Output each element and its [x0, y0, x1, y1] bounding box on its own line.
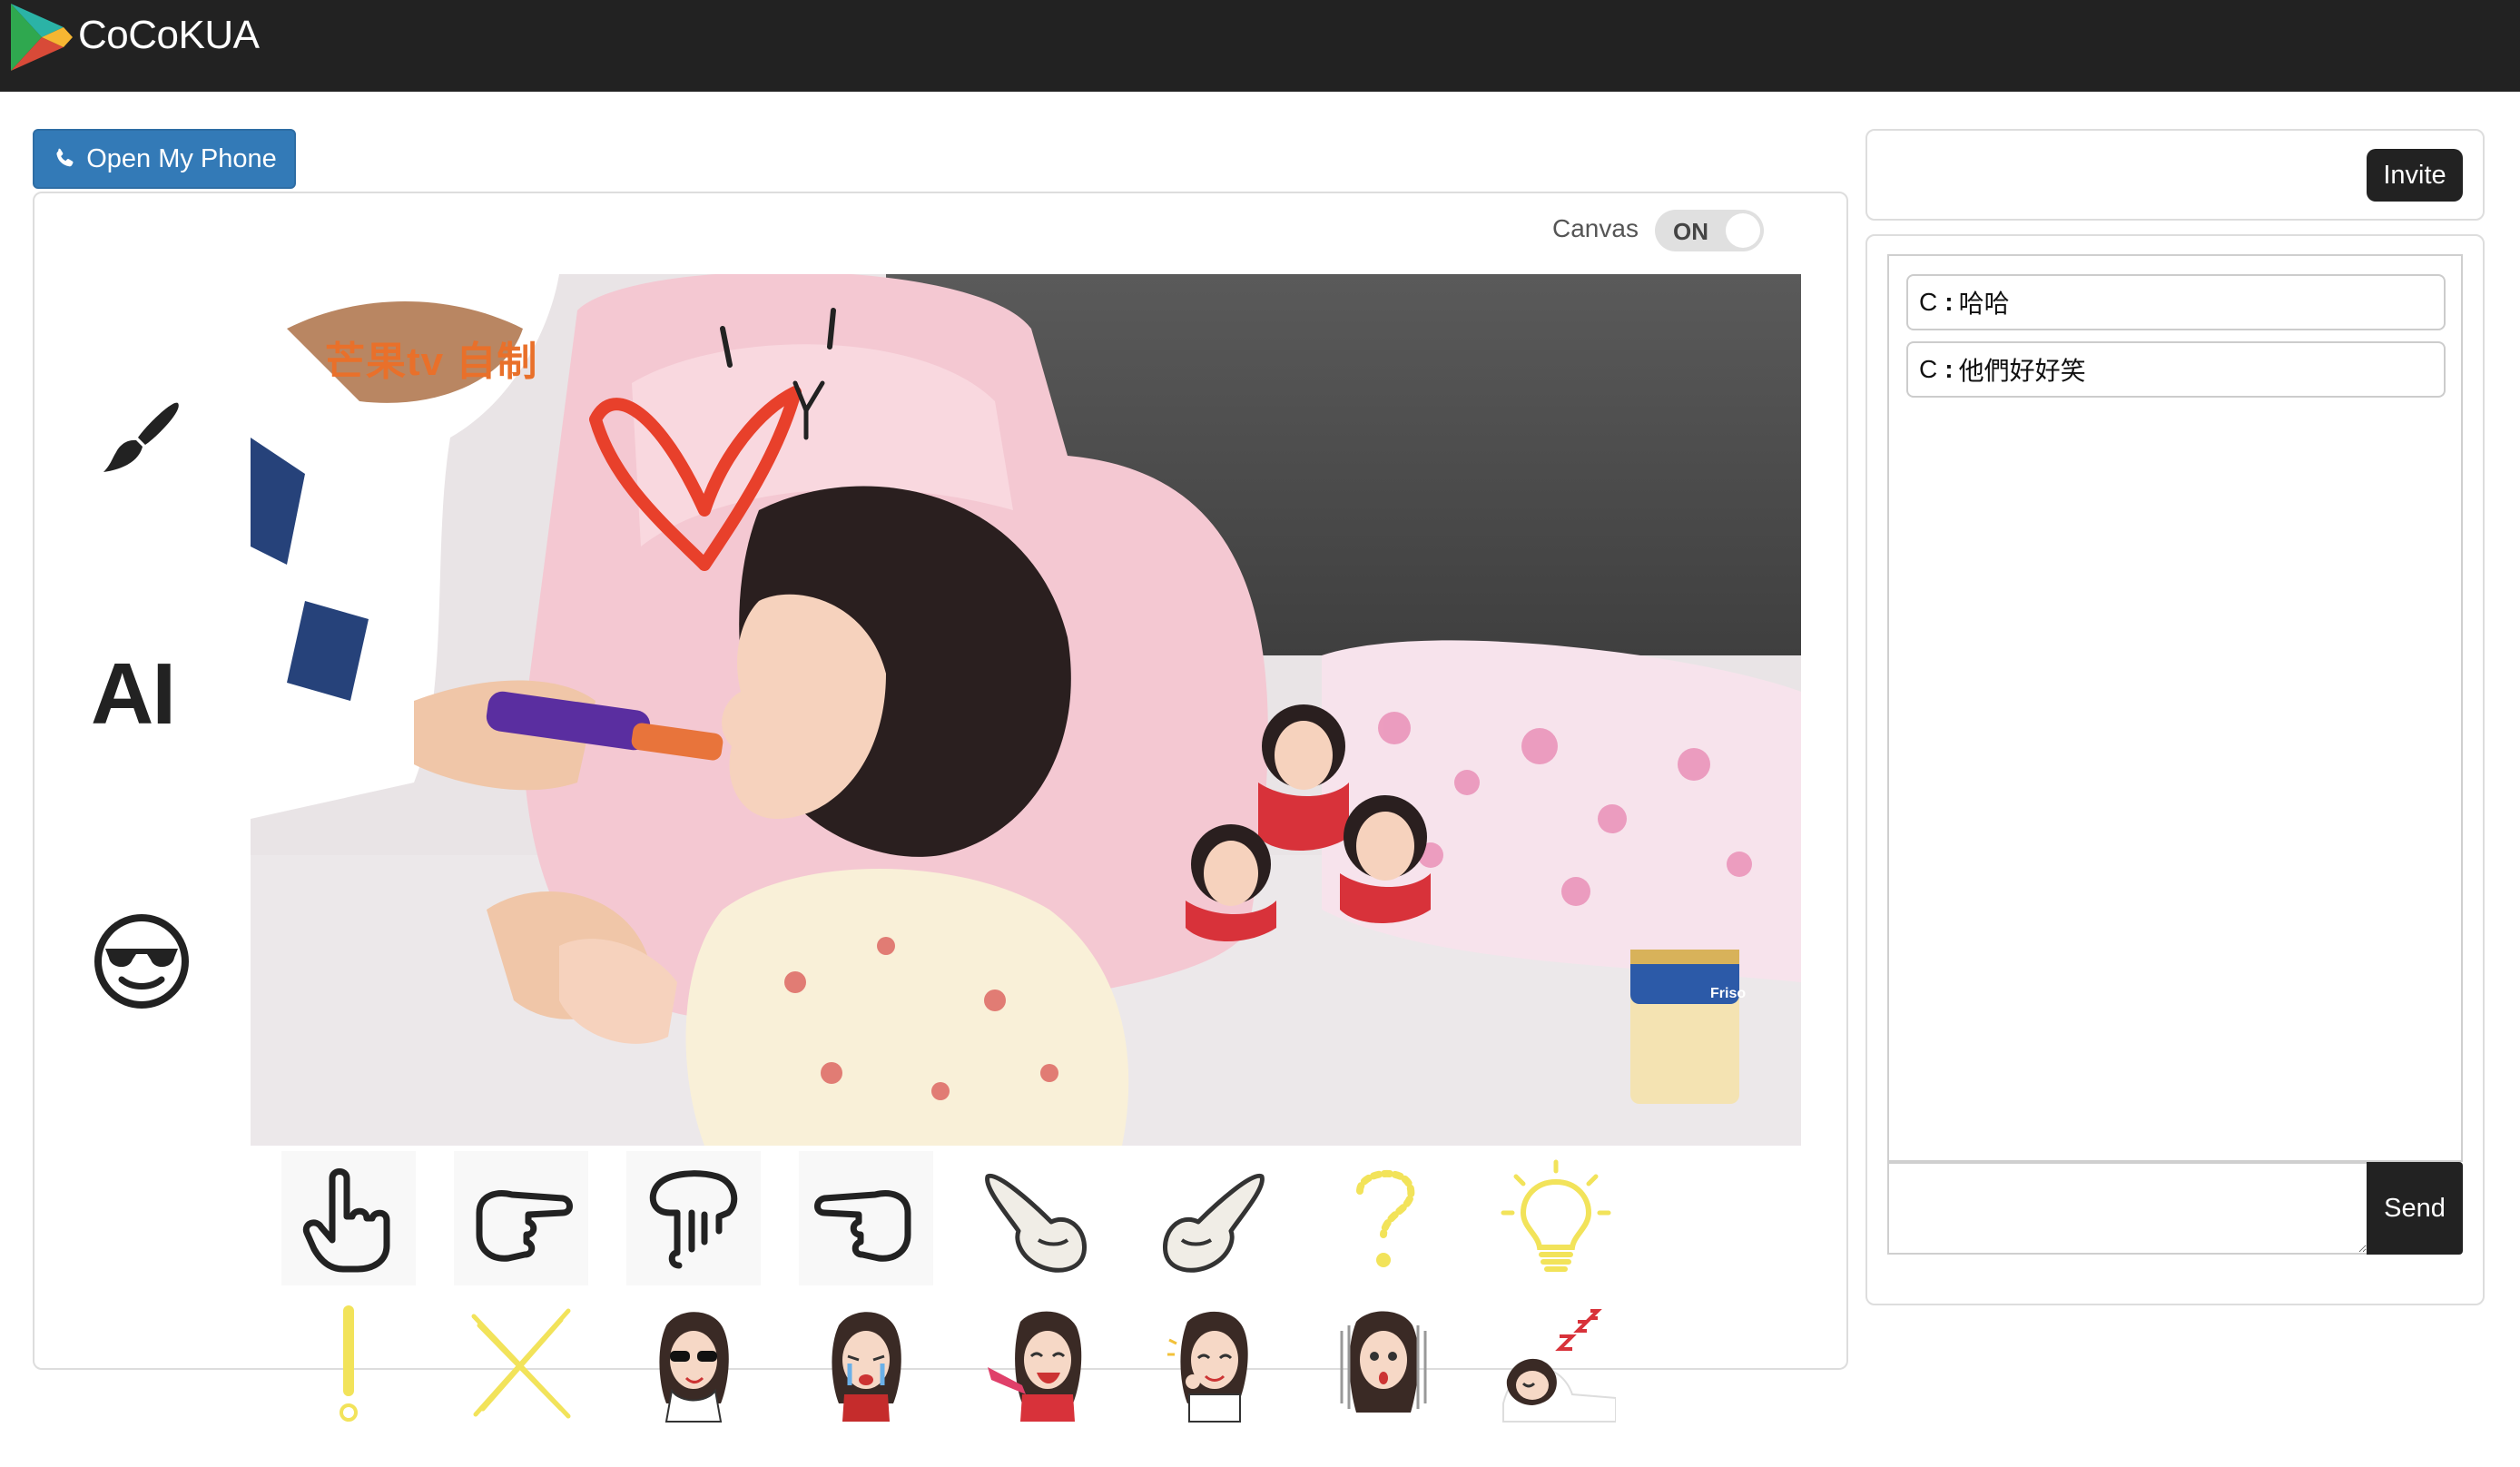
sleeping-girl-sticker [1502, 1309, 1616, 1423]
ai-text-tool-button[interactable]: AI [91, 645, 200, 744]
toggle-knob [1726, 213, 1760, 248]
sticker-girl-crying[interactable] [799, 1296, 933, 1431]
invite-button[interactable]: Invite [2367, 149, 2463, 202]
chat-message-user: C [1919, 355, 1940, 383]
sticker-pointing-down[interactable] [626, 1151, 761, 1285]
crying-girl-sticker [832, 1312, 901, 1422]
emoji-tool-button[interactable] [91, 911, 192, 1012]
sticker-girl-sleeping[interactable] [1489, 1296, 1623, 1431]
chat-input[interactable] [1887, 1162, 2368, 1255]
navbar: CoCoKUA [0, 0, 2520, 92]
chat-message-user: C [1919, 288, 1940, 316]
invite-button-label: Invite [2383, 160, 2446, 190]
video-canvas[interactable]: 芒果tv 自制 Friso [251, 274, 1801, 1146]
laughing-girl-sticker [988, 1311, 1082, 1422]
sticker-cross[interactable] [454, 1296, 588, 1431]
sticker-glove-right[interactable] [1144, 1151, 1278, 1285]
sticker-pointing-right[interactable] [454, 1151, 588, 1285]
pointing-up-hand-icon [302, 1168, 390, 1273]
video-product-label: Friso [1710, 986, 1747, 1001]
cross-mark-icon [471, 1308, 571, 1419]
video-scene-image [251, 274, 1801, 1146]
sticker-question[interactable] [1316, 1151, 1451, 1285]
send-button[interactable]: Send [2367, 1162, 2463, 1255]
video-watermark: 芒果tv 自制 [325, 340, 538, 384]
pointing-down-hand-icon [649, 1170, 738, 1269]
phone-icon [56, 148, 74, 167]
chat-message-text: 他們好好笑 [1958, 357, 2086, 385]
sticker-girl-giggling[interactable] [1144, 1296, 1278, 1431]
ai-tool-label: AI [91, 645, 176, 743]
open-phone-label: Open My Phone [86, 143, 277, 173]
sticker-girl-shocked[interactable] [1316, 1296, 1451, 1431]
brush-tool-button[interactable] [91, 390, 192, 492]
sticker-girl-sunglasses[interactable] [626, 1296, 761, 1431]
brand-name[interactable]: CoCoKUA [78, 13, 260, 58]
exclamation-mark-icon [340, 1305, 358, 1422]
chat-message: C : 他們好好笑 [1906, 341, 2446, 398]
lightbulb-icon [1501, 1159, 1611, 1272]
paintbrush-icon [103, 402, 179, 472]
pointing-right-hand-icon [476, 1190, 573, 1262]
canvas-toggle[interactable]: ON [1655, 210, 1764, 251]
sunglasses-face-icon [94, 914, 189, 1009]
brand-logo-icon[interactable] [7, 0, 76, 74]
chat-message: C : 哈哈 [1906, 274, 2446, 330]
sticker-exclamation[interactable] [281, 1296, 416, 1431]
chat-message-separator: : [1944, 355, 1954, 383]
question-mark-icon [1356, 1169, 1415, 1267]
sticker-glove-left[interactable] [971, 1151, 1106, 1285]
canvas-label: Canvas [1552, 214, 1639, 242]
pointing-left-hand-icon [814, 1190, 911, 1262]
giggling-girl-sticker [1167, 1311, 1248, 1423]
shocked-girl-sticker [1340, 1311, 1427, 1413]
cartoon-glove-pointing-icon [985, 1173, 1087, 1273]
sticker-lightbulb[interactable] [1489, 1151, 1623, 1285]
open-phone-button[interactable]: Open My Phone [33, 129, 296, 189]
sunglasses-girl-sticker [659, 1312, 729, 1423]
sticker-pointing-left[interactable] [799, 1151, 933, 1285]
chat-message-separator: : [1944, 288, 1954, 316]
invite-field[interactable] [1885, 149, 2112, 176]
chat-message-text: 哈哈 [1958, 290, 2010, 318]
send-button-label: Send [2384, 1193, 2446, 1223]
sticker-pointing-up[interactable] [281, 1151, 416, 1285]
cartoon-glove-pointing-icon [1163, 1173, 1265, 1273]
canvas-toggle-state: ON [1673, 218, 1708, 245]
sticker-girl-laughing[interactable] [971, 1296, 1106, 1431]
